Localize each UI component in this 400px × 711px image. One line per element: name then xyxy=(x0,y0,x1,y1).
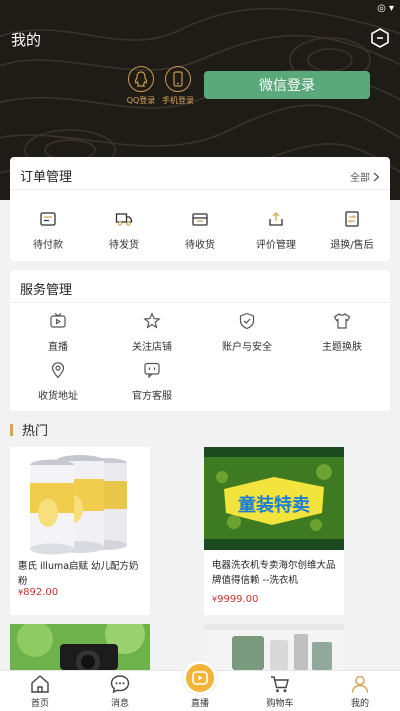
tab-messages-label: 消息 xyxy=(110,699,129,709)
chat-icon xyxy=(144,362,160,379)
view-all-label: 全部 xyxy=(350,173,370,184)
tab-live[interactable]: 直播 xyxy=(170,695,230,709)
order-reviews-label: 评价管理 xyxy=(256,240,296,251)
service-management-title: 服务管理 xyxy=(20,283,73,298)
order-pending-receipt[interactable]: 待收货 xyxy=(165,210,235,251)
hot-section-header: 热门 xyxy=(10,420,48,439)
tab-profile-label: 我的 xyxy=(350,699,369,709)
service-theme-label: 主题换肤 xyxy=(322,342,362,353)
cart-icon xyxy=(271,676,289,693)
order-reviews[interactable]: 评价管理 xyxy=(241,210,311,251)
star-icon xyxy=(143,312,161,329)
product-image-milk-powder xyxy=(10,447,150,555)
qq-icon xyxy=(128,66,154,92)
phone-login-button[interactable]: 手机登录 xyxy=(158,66,198,106)
product-price: ¥9999.00 xyxy=(212,594,258,605)
service-live-label: 直播 xyxy=(48,342,68,353)
service-shipping-address[interactable]: 收货地址 xyxy=(23,361,93,402)
product-image-kids-sale-banner: 童装特卖 xyxy=(204,447,344,550)
home-icon xyxy=(31,675,49,693)
qq-login-label: QQ登录 xyxy=(126,96,156,105)
product-name: 电器洗衣机专卖海尔创维大品牌值得信赖 --洗衣机 xyxy=(212,560,336,586)
order-pending-shipment[interactable]: 待发货 xyxy=(89,210,159,251)
product-image-camera xyxy=(10,624,150,670)
phone-icon xyxy=(165,66,191,92)
divider xyxy=(10,189,390,190)
product-card[interactable]: 惠氏 illuma启赋 幼儿配方奶粉 ¥892.00 xyxy=(10,447,150,615)
settings-hex-icon[interactable] xyxy=(368,26,392,50)
tab-messages[interactable]: 消息 xyxy=(90,673,150,709)
wallet-icon xyxy=(40,212,56,226)
page-title: 我的 xyxy=(11,31,42,49)
hot-section-title: 热门 xyxy=(22,424,49,439)
tab-cart-label: 购物车 xyxy=(266,699,294,709)
location-icon xyxy=(51,362,65,379)
product-card[interactable]: 童装特卖 电器洗衣机专卖海尔创维大品牌值得信赖 --洗衣机 ¥9999.00 xyxy=(204,447,344,615)
accent-bar xyxy=(10,423,13,436)
live-button[interactable] xyxy=(183,661,217,695)
service-shipping-address-label: 收货地址 xyxy=(38,391,78,402)
price-value: 892.00 xyxy=(23,587,59,598)
view-all-orders-link[interactable]: 全部 xyxy=(350,169,380,184)
chevron-right-icon xyxy=(373,172,380,181)
user-icon xyxy=(351,675,369,693)
status-icons: ◎ ▾ xyxy=(377,3,394,14)
tab-profile[interactable]: 我的 xyxy=(330,673,390,709)
product-card[interactable] xyxy=(10,624,150,670)
service-account-security-label: 账户与安全 xyxy=(222,342,272,353)
review-icon xyxy=(269,212,283,226)
service-live[interactable]: 直播 xyxy=(23,312,93,353)
message-icon xyxy=(110,675,130,694)
box-icon xyxy=(192,213,208,226)
return-icon xyxy=(345,211,359,227)
service-customer-support-label: 官方客服 xyxy=(132,391,172,402)
order-returns-label: 退换/售后 xyxy=(330,240,374,251)
order-pending-receipt-label: 待收货 xyxy=(185,240,215,251)
wechat-login-button[interactable]: 微信登录 xyxy=(204,71,370,99)
service-customer-support[interactable]: 官方客服 xyxy=(117,361,187,402)
tab-live-label: 直播 xyxy=(190,699,209,709)
qq-login-button[interactable]: QQ登录 xyxy=(121,66,161,106)
product-name: 惠氏 illuma启赋 幼儿配方奶粉 xyxy=(18,561,139,587)
tshirt-icon xyxy=(333,313,351,329)
order-pending-payment[interactable]: 待付款 xyxy=(13,210,83,251)
service-management-card: 服务管理 直播 关注店铺 账户与安全 主题换肤 收货地址 官方客服 xyxy=(10,270,390,411)
live-icon xyxy=(192,671,208,685)
tab-home-label: 首页 xyxy=(30,699,49,709)
shield-icon xyxy=(239,312,255,330)
banner-text: 童装特卖 xyxy=(238,494,310,516)
tab-home[interactable]: 首页 xyxy=(10,673,70,709)
order-management-card: 订单管理 全部 待付款 待发货 待收货 评价管理 退换/售后 xyxy=(10,157,390,261)
product-card[interactable] xyxy=(204,624,344,670)
service-theme[interactable]: 主题换肤 xyxy=(307,312,377,353)
tab-cart[interactable]: 购物车 xyxy=(250,673,310,709)
product-price: ¥892.00 xyxy=(18,587,58,598)
tv-icon xyxy=(50,313,66,328)
price-value: 9999.00 xyxy=(217,594,259,605)
service-followed-shops-label: 关注店铺 xyxy=(132,342,172,353)
product-image-cosmetics xyxy=(204,624,344,670)
phone-login-label: 手机登录 xyxy=(162,96,194,105)
truck-icon xyxy=(115,213,133,226)
order-management-title: 订单管理 xyxy=(20,170,73,185)
service-account-security[interactable]: 账户与安全 xyxy=(212,312,282,353)
order-pending-payment-label: 待付款 xyxy=(33,240,63,251)
order-returns[interactable]: 退换/售后 xyxy=(317,210,387,251)
order-pending-shipment-label: 待发货 xyxy=(109,240,139,251)
divider xyxy=(10,302,390,303)
service-followed-shops[interactable]: 关注店铺 xyxy=(117,312,187,353)
